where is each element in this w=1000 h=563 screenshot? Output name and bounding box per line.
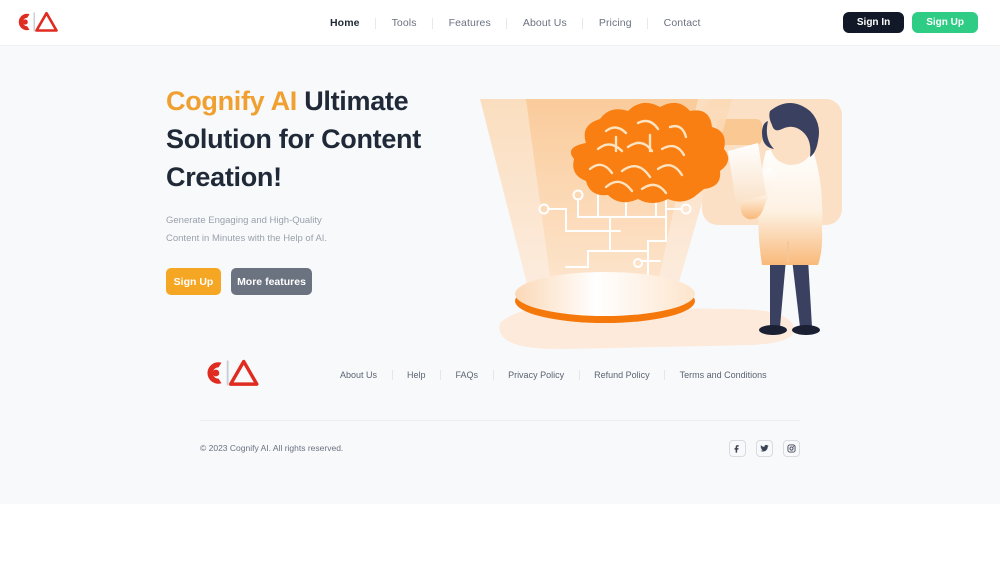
- hero-subtitle: Generate Engaging and High-Quality Conte…: [166, 215, 328, 244]
- twitter-icon: [760, 444, 769, 452]
- instagram-icon: [787, 443, 796, 453]
- footer-link-terms-and-conditions[interactable]: Terms and Conditions: [680, 370, 767, 380]
- hero-more-features-button[interactable]: More features: [231, 268, 312, 295]
- footer-link-refund-policy[interactable]: Refund Policy: [594, 370, 650, 380]
- cognify-c-triangle-logo-icon: [18, 11, 58, 32]
- sign-up-button[interactable]: Sign Up: [912, 12, 978, 33]
- footer-separator: [650, 370, 680, 380]
- footer-link-privacy-policy[interactable]: Privacy Policy: [508, 370, 564, 380]
- footer-logo[interactable]: [200, 356, 260, 395]
- site-header: Home Tools Features About Us Pricing Con…: [0, 0, 1000, 46]
- nav-separator: [417, 17, 449, 29]
- footer-link-faqs[interactable]: FAQs: [456, 370, 479, 380]
- hero-sign-up-button[interactable]: Sign Up: [166, 268, 221, 295]
- cognify-c-triangle-logo-icon: [207, 359, 259, 386]
- footer-link-about-us[interactable]: About Us: [340, 370, 377, 380]
- facebook-button[interactable]: [729, 439, 746, 457]
- nav-item-features[interactable]: Features: [449, 17, 491, 29]
- hero-title-brand: Cognify AI: [166, 86, 297, 116]
- header-logo[interactable]: [14, 9, 58, 35]
- hero-illustration: [470, 91, 850, 361]
- nav-separator: [491, 17, 523, 29]
- footer-separator: [564, 370, 594, 380]
- footer-separator: [478, 370, 508, 380]
- ai-brain-hologram-illustration-icon: [480, 99, 842, 350]
- instagram-button[interactable]: [783, 439, 800, 457]
- page-root: Home Tools Features About Us Pricing Con…: [0, 0, 1000, 504]
- footer-bottom-row: © 2023 Cognify AI. All rights reserved.: [0, 421, 1000, 475]
- hero-title: Cognify AI Ultimate Solution for Content…: [166, 82, 466, 196]
- hero-cta-group: Sign Up More features: [166, 268, 466, 295]
- auth-buttons: Sign In Sign Up: [842, 12, 978, 33]
- footer-link-help[interactable]: Help: [407, 370, 426, 380]
- copyright-text: © 2023 Cognify AI. All rights reserved.: [200, 443, 344, 453]
- nav-separator: [360, 17, 392, 29]
- nav-separator: [567, 17, 599, 29]
- nav-item-contact[interactable]: Contact: [664, 17, 701, 29]
- site-footer: About Us Help FAQs Privacy Policy Refund…: [0, 330, 1000, 475]
- main-navigation: Home Tools Features About Us Pricing Con…: [330, 0, 701, 46]
- footer-links: About Us Help FAQs Privacy Policy Refund…: [340, 370, 767, 380]
- nav-item-home[interactable]: Home: [330, 17, 360, 29]
- nav-item-pricing[interactable]: Pricing: [599, 17, 632, 29]
- hero-copy: Cognify AI Ultimate Solution for Content…: [166, 82, 466, 295]
- twitter-button[interactable]: [756, 439, 773, 457]
- footer-top-row: About Us Help FAQs Privacy Policy Refund…: [0, 330, 1000, 420]
- nav-item-about-us[interactable]: About Us: [523, 17, 567, 29]
- nav-separator: [632, 17, 664, 29]
- social-links: [729, 439, 800, 457]
- nav-item-tools[interactable]: Tools: [392, 17, 417, 29]
- facebook-icon: [734, 444, 739, 453]
- sign-in-button[interactable]: Sign In: [842, 12, 905, 33]
- footer-separator: [377, 370, 407, 380]
- hero-section: Cognify AI Ultimate Solution for Content…: [0, 46, 1000, 350]
- footer-separator: [426, 370, 456, 380]
